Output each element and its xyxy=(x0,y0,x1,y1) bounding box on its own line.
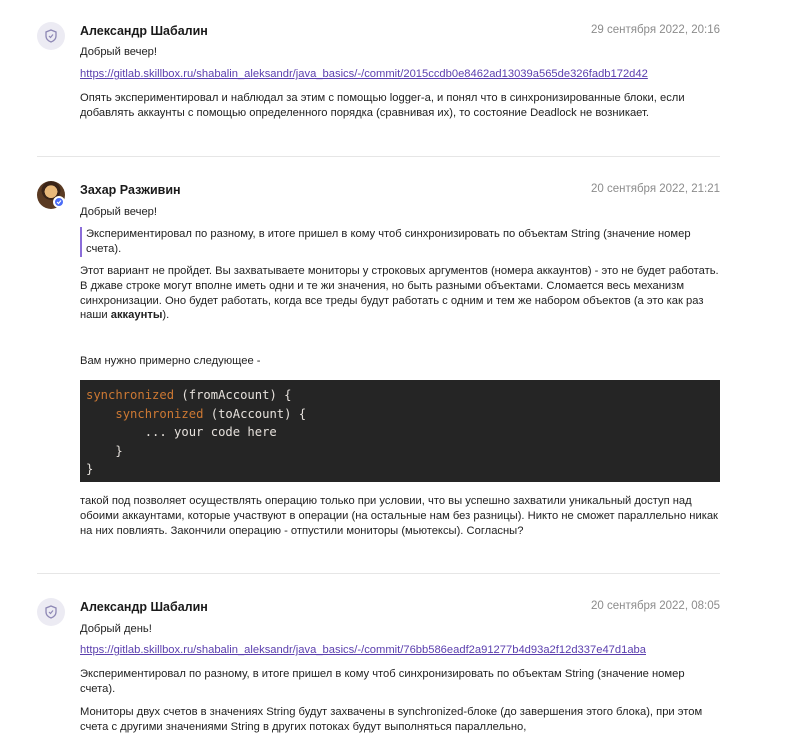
code-text: } xyxy=(86,462,94,476)
verified-check-icon xyxy=(53,196,65,208)
greeting: Добрый вечер! xyxy=(80,46,158,58)
author-name[interactable]: Захар Разживин xyxy=(80,183,181,197)
greeting: Добрый день! xyxy=(80,623,152,635)
code-text: (toAccount) { xyxy=(203,406,307,421)
code-block: synchronized (fromAccount) { synchronize… xyxy=(80,380,720,482)
commit-link[interactable]: https://gitlab.skillbox.ru/shabalin_alek… xyxy=(80,644,646,656)
code-text: } xyxy=(86,443,123,458)
comment-text: Мониторы двух счетов в значениях String … xyxy=(80,706,703,733)
comment-text: Опять экспериментировал и наблюдал за эт… xyxy=(80,92,685,119)
comment-text: Экспериментировал по разному, в итоге пр… xyxy=(80,668,685,695)
avatar[interactable] xyxy=(37,598,65,626)
shield-icon xyxy=(45,29,57,43)
avatar[interactable] xyxy=(37,22,65,50)
comment-date: 20 сентября 2022, 08:05 xyxy=(590,600,720,612)
commit-link[interactable]: https://gitlab.skillbox.ru/shabalin_alek… xyxy=(80,68,648,80)
code-intro: Вам нужно примерно следующее - xyxy=(80,355,261,367)
comment-date: 20 сентября 2022, 21:21 xyxy=(590,183,720,195)
divider xyxy=(37,573,720,574)
comment-text: Этот вариант не пройдет. Вы захватываете… xyxy=(80,264,720,323)
bold-text: аккаунты xyxy=(110,309,163,322)
code-keyword: synchronized xyxy=(86,388,175,402)
comment-date: 29 сентября 2022, 20:16 xyxy=(590,24,720,36)
code-text: ... your code here xyxy=(86,425,277,439)
author-name[interactable]: Александр Шабалин xyxy=(80,600,208,614)
divider xyxy=(37,156,720,157)
code-keyword: synchronized xyxy=(115,406,204,421)
text-part: ). xyxy=(162,309,170,322)
shield-icon xyxy=(45,605,57,619)
quote: Экспериментировал по разному, в итоге пр… xyxy=(80,227,720,257)
code-text: (fromAccount) { xyxy=(174,388,292,402)
author-name[interactable]: Александр Шабалин xyxy=(80,24,208,38)
comment-text: такой под позволяет осуществлять операци… xyxy=(80,495,718,537)
greeting: Добрый вечер! xyxy=(80,206,158,218)
text-part: Этот вариант не пройдет. Вы захватываете… xyxy=(80,265,719,322)
